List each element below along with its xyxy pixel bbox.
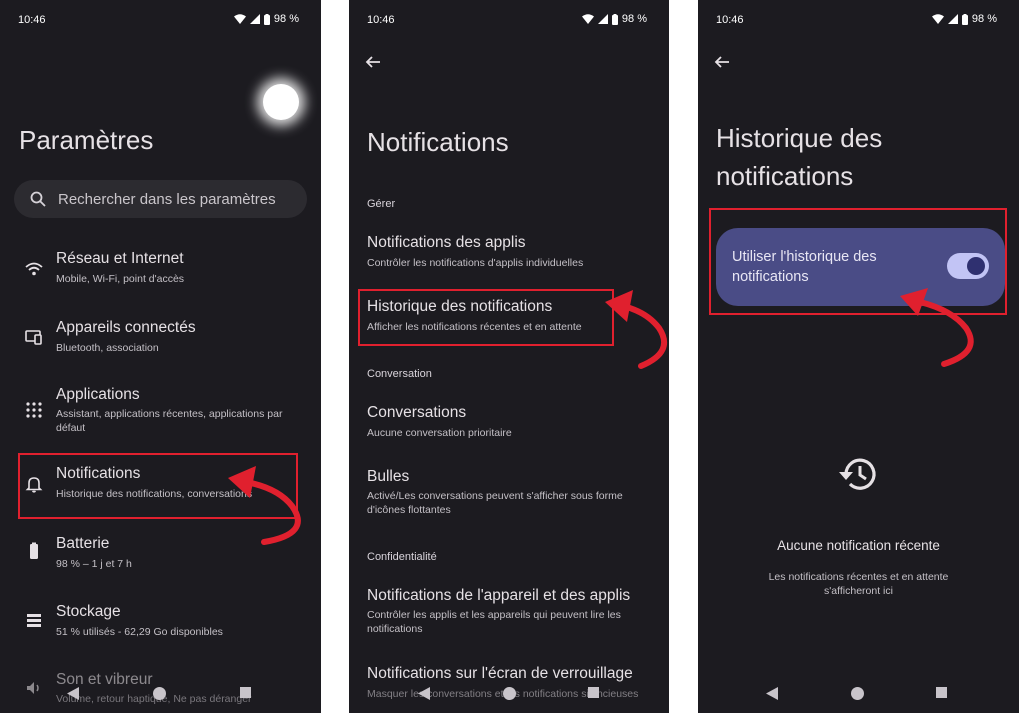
page-title: Notifications xyxy=(367,127,509,157)
status-bar: 10:46 98 % xyxy=(698,0,1019,38)
notifications-item-conversations[interactable]: Conversations Aucune conversation priori… xyxy=(349,404,669,448)
red-arrow-annotation xyxy=(228,466,301,545)
nav-home-icon[interactable] xyxy=(503,687,516,700)
status-time: 10:46 xyxy=(716,14,744,26)
nav-back-icon[interactable] xyxy=(766,687,778,700)
item-subtitle: Contrôler les notifications d'applis ind… xyxy=(367,257,584,269)
notifications-item-device-app-notifications[interactable]: Notifications de l'appareil et des appli… xyxy=(349,587,669,643)
empty-state-subtitle: Les notifications récentes et en attente… xyxy=(768,571,949,597)
settings-item-connected-devices[interactable]: Appareils connectés Bluetooth, associati… xyxy=(0,317,321,367)
section-header-manage: Gérer xyxy=(367,198,396,210)
status-bar: 10:46 98 % xyxy=(0,0,321,38)
item-title: Appareils connectés xyxy=(56,319,196,336)
back-arrow-icon[interactable] xyxy=(363,52,383,72)
item-title: Bulles xyxy=(367,468,410,485)
settings-item-network[interactable]: Réseau et Internet Mobile, Wi-Fi, point … xyxy=(0,248,321,298)
signal-icon xyxy=(249,14,260,24)
notification-history-screen: 10:46 98 % Historique des notifications … xyxy=(698,0,1019,713)
nav-home-icon[interactable] xyxy=(153,687,166,700)
empty-state-title: Aucune notification récente xyxy=(777,538,940,553)
battery-percent: 98 % xyxy=(273,13,299,25)
wifi-icon xyxy=(25,262,43,276)
history-icon xyxy=(839,458,876,490)
status-time: 10:46 xyxy=(367,14,395,26)
page-title-line-1: Historique des xyxy=(716,123,883,153)
item-title: Applications xyxy=(56,386,140,403)
search-icon xyxy=(30,191,46,207)
settings-screen: 10:46 98 % Paramètres Rechercher dans le… xyxy=(0,0,321,713)
red-arrow-annotation xyxy=(900,288,974,367)
item-title: Conversations xyxy=(367,404,467,421)
avatar[interactable] xyxy=(263,84,299,120)
page-title-line-2: notifications xyxy=(716,160,854,191)
item-title: Batterie xyxy=(56,535,110,552)
item-title: Notifications de l'appareil et des appli… xyxy=(367,587,631,604)
item-subtitle: Mobile, Wi-Fi, point d'accès xyxy=(56,273,185,285)
item-subtitle: Activé/Les conversations peuvent s'affic… xyxy=(367,490,623,516)
item-title: Réseau et Internet xyxy=(56,250,184,267)
item-subtitle: Aucune conversation prioritaire xyxy=(367,427,512,439)
section-header-privacy: Confidentialité xyxy=(367,551,437,563)
nav-recents-icon[interactable] xyxy=(240,687,251,698)
item-title: Notifications des applis xyxy=(367,234,526,251)
back-arrow-icon[interactable] xyxy=(712,52,732,72)
section-header-conversation: Conversation xyxy=(367,368,432,380)
page-title: Historique des notifications xyxy=(716,120,882,195)
page-title: Paramètres xyxy=(19,125,154,155)
devices-icon xyxy=(25,330,42,345)
apps-grid-icon xyxy=(26,402,42,418)
signal-icon xyxy=(947,14,958,24)
search-bar[interactable]: Rechercher dans les paramètres xyxy=(14,180,307,218)
signal-icon xyxy=(597,14,608,24)
item-subtitle: Assistant, applications récentes, applic… xyxy=(56,408,283,434)
item-subtitle: Contrôler les applis et les appareils qu… xyxy=(367,609,621,635)
battery-percent: 98 % xyxy=(621,13,647,25)
nav-back-icon[interactable] xyxy=(67,687,79,700)
storage-icon xyxy=(27,614,41,627)
item-subtitle: 51 % utilisés - 62,29 Go disponibles xyxy=(56,626,223,638)
status-time: 10:46 xyxy=(18,14,46,26)
item-subtitle: Bluetooth, association xyxy=(56,342,159,354)
settings-item-apps[interactable]: Applications Assistant, applications réc… xyxy=(0,384,321,436)
nav-back-icon[interactable] xyxy=(418,687,430,700)
item-subtitle: 98 % – 1 j et 7 h xyxy=(56,558,132,570)
settings-item-storage[interactable]: Stockage 51 % utilisés - 62,29 Go dispon… xyxy=(0,601,321,651)
wifi-status-icon xyxy=(931,14,944,24)
wifi-status-icon xyxy=(581,14,594,24)
notifications-item-bubbles[interactable]: Bulles Activé/Les conversations peuvent … xyxy=(349,468,669,524)
search-placeholder: Rechercher dans les paramètres xyxy=(58,190,276,208)
status-bar: 10:46 98 % xyxy=(349,0,669,38)
nav-recents-icon[interactable] xyxy=(936,687,947,698)
battery-status-icon xyxy=(961,13,968,25)
nav-home-icon[interactable] xyxy=(851,687,864,700)
item-title: Stockage xyxy=(56,603,121,620)
system-nav-bar xyxy=(698,683,1019,703)
notifications-screen: 10:46 98 % Notifications Gérer Notificat… xyxy=(349,0,669,713)
battery-status-icon xyxy=(611,13,618,25)
nav-recents-icon[interactable] xyxy=(588,687,599,698)
red-arrow-annotation xyxy=(605,290,667,369)
notifications-item-app-notifications[interactable]: Notifications des applis Contrôler les n… xyxy=(349,234,669,278)
battery-status-icon xyxy=(263,13,270,25)
system-nav-bar xyxy=(0,683,321,703)
wifi-status-icon xyxy=(233,14,246,24)
battery-percent: 98 % xyxy=(971,13,997,25)
battery-icon xyxy=(30,542,38,559)
highlight-box xyxy=(358,289,614,346)
system-nav-bar xyxy=(349,683,669,703)
item-title: Notifications sur l'écran de verrouillag… xyxy=(367,665,633,682)
